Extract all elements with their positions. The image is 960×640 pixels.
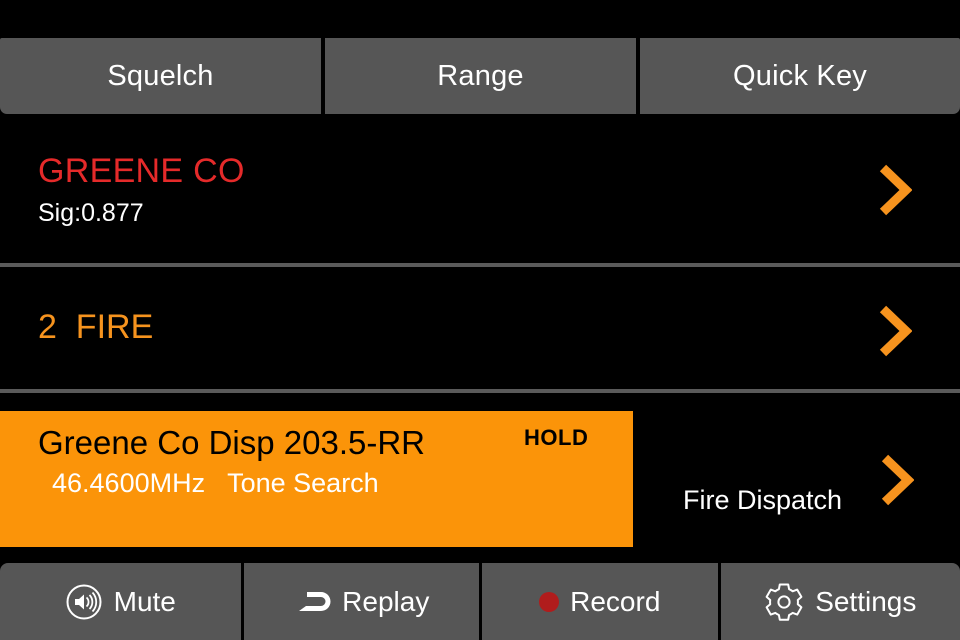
range-button-label: Range: [437, 59, 524, 92]
squelch-button[interactable]: Squelch: [0, 38, 321, 114]
chevron-right-icon[interactable]: [878, 305, 912, 357]
mute-button[interactable]: Mute: [0, 563, 241, 640]
settings-button[interactable]: Settings: [720, 563, 960, 640]
channel-name: Greene Co Disp 203.5-RR: [38, 424, 426, 461]
channel-group-name: Fire Dispatch: [683, 485, 843, 515]
scanner-screen: Squelch Range Quick Key GREENE CO Sig:0.…: [0, 0, 960, 640]
mute-button-label: Mute: [113, 585, 176, 617]
range-button[interactable]: Range: [325, 38, 636, 114]
replay-button[interactable]: Replay: [243, 563, 480, 640]
record-button[interactable]: Record: [482, 563, 718, 640]
channel-row[interactable]: Greene Co Disp 203.5-RR 46.4600MHz Tone …: [0, 393, 960, 548]
record-button-label: Record: [570, 585, 661, 617]
status-badge: HOLD: [524, 425, 589, 450]
replay-icon: [293, 586, 331, 618]
system-row[interactable]: GREENE CO Sig:0.877: [0, 120, 960, 263]
channel-frequency-mode: 46.4600MHz Tone Search: [52, 468, 379, 498]
department-row[interactable]: 2 FIRE: [0, 267, 960, 389]
replay-button-label: Replay: [342, 585, 430, 617]
speaker-icon: [65, 583, 103, 621]
record-dot-icon: [539, 591, 560, 612]
system-name: GREENE CO: [38, 152, 245, 190]
squelch-button-label: Squelch: [107, 59, 214, 92]
quick-key-button[interactable]: Quick Key: [640, 38, 960, 114]
bottom-button-bar: Mute Replay Record Settings: [0, 563, 960, 640]
top-button-bar: Squelch Range Quick Key: [0, 38, 960, 114]
department-label: 2 FIRE: [38, 308, 154, 346]
signal-strength: Sig:0.877: [38, 199, 144, 227]
gear-icon: [764, 582, 804, 622]
quick-key-button-label: Quick Key: [733, 59, 867, 92]
chevron-right-icon[interactable]: [880, 454, 914, 506]
chevron-right-icon[interactable]: [878, 164, 912, 216]
settings-button-label: Settings: [815, 585, 917, 617]
